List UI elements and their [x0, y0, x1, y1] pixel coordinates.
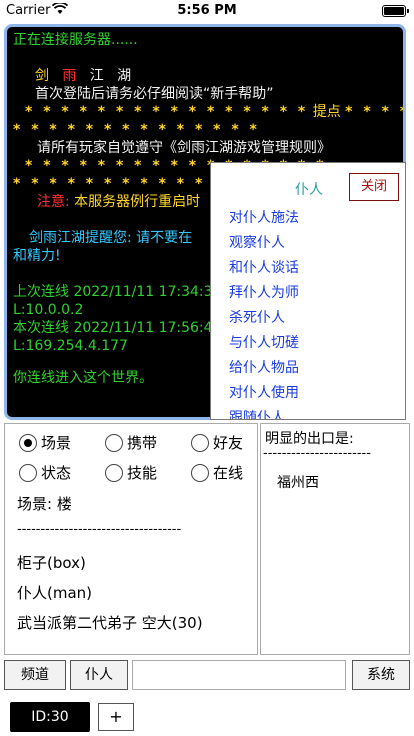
radio-friends[interactable]: 好友 — [191, 432, 243, 453]
stars-line-2: * * * * * * * * * * * * * * — [13, 122, 260, 138]
radio-unselected-icon — [191, 433, 209, 452]
object-item[interactable]: 柜子(box) — [17, 552, 86, 573]
radio-unselected-icon — [105, 463, 123, 482]
exits-panel: 明显的出口是: ----------------------- 福州西 — [260, 423, 410, 655]
rules-notice: 请所有玩家自觉遵守《剑雨江湖游戏管理规则》 — [37, 140, 331, 156]
menu-item-spar[interactable]: 与仆人切磋 — [229, 332, 299, 352]
radio-online[interactable]: 在线 — [191, 462, 243, 483]
stars-line-1: * * * * * * * * * * * * * * * * 提点 * * *… — [25, 104, 406, 120]
radio-unselected-icon — [191, 463, 209, 482]
radio-skills[interactable]: 技能 — [105, 462, 157, 483]
this-connection: 本次连线 2022/11/11 17:56:46 — [13, 320, 222, 336]
battery-icon — [382, 5, 409, 17]
servant-button[interactable]: 仆人 — [70, 660, 128, 690]
reminder-line: 剑雨江湖提醒您: 请不要在 — [29, 230, 193, 246]
object-item[interactable]: 仆人(man) — [17, 582, 92, 603]
game-title: 剑 雨 江 湖 — [35, 68, 132, 84]
menu-item-talk[interactable]: 和仆人谈话 — [229, 257, 299, 277]
enter-world-text: 你连线进入这个世界。 — [13, 370, 153, 386]
exit-item[interactable]: 福州西 — [277, 472, 319, 492]
divider: ----------------------------------- — [17, 522, 182, 537]
servant-action-menu: 仆人 关闭 对仆人施法 观察仆人 和仆人谈话 拜仆人为师 杀死仆人 与仆人切磋 … — [210, 162, 406, 420]
connecting-text: 正在连接服务器...... — [13, 32, 138, 48]
menu-item-apprentice[interactable]: 拜仆人为师 — [229, 282, 299, 302]
radio-unselected-icon — [19, 463, 37, 482]
id-button[interactable]: ID:30 — [10, 702, 90, 732]
object-item[interactable]: 武当派第二代弟子 空大(30) — [17, 612, 203, 633]
scene-label: 场景: 楼 — [17, 495, 72, 513]
radio-status[interactable]: 状态 — [19, 462, 71, 483]
menu-item-use[interactable]: 对仆人使用 — [229, 382, 299, 402]
menu-item-cast[interactable]: 对仆人施法 — [229, 207, 299, 227]
system-button[interactable]: 系统 — [352, 660, 410, 690]
menu-item-observe[interactable]: 观察仆人 — [229, 232, 285, 252]
last-connection: 上次连线 2022/11/11 17:34:30 — [13, 284, 222, 300]
reminder-line-2: 和精力! — [13, 248, 61, 264]
radio-unselected-icon — [105, 433, 123, 452]
newbie-notice: 首次登陆后请务必仔细阅读“新手帮助” — [35, 86, 274, 102]
last-ip: L:10.0.0.2 — [13, 302, 84, 318]
radio-selected-icon — [19, 433, 37, 452]
clock: 5:56 PM — [177, 3, 237, 18]
add-button[interactable]: + — [98, 703, 134, 731]
menu-item-follow[interactable]: 跟随仆人 — [229, 407, 285, 419]
menu-item-give[interactable]: 给仆人物品 — [229, 357, 299, 377]
attention-line: 注意: 本服务器例行重启时 — [37, 194, 201, 210]
exits-label: 明显的出口是: — [265, 431, 354, 447]
menu-item-kill[interactable]: 杀死仆人 — [229, 307, 285, 327]
command-input[interactable] — [132, 660, 346, 690]
close-button[interactable]: 关闭 — [349, 173, 399, 201]
status-bar: Carrier 5:56 PM — [0, 0, 414, 22]
radio-scene[interactable]: 场景 — [19, 432, 71, 453]
channel-button[interactable]: 频道 — [4, 660, 66, 690]
this-ip: L:169.254.4.177 — [13, 338, 128, 354]
exits-divider: ----------------------- — [263, 446, 371, 461]
radio-carry[interactable]: 携带 — [105, 432, 157, 453]
info-panel: 场景 携带 好友 状态 技能 在线 场景: 楼 ----------------… — [4, 423, 258, 655]
